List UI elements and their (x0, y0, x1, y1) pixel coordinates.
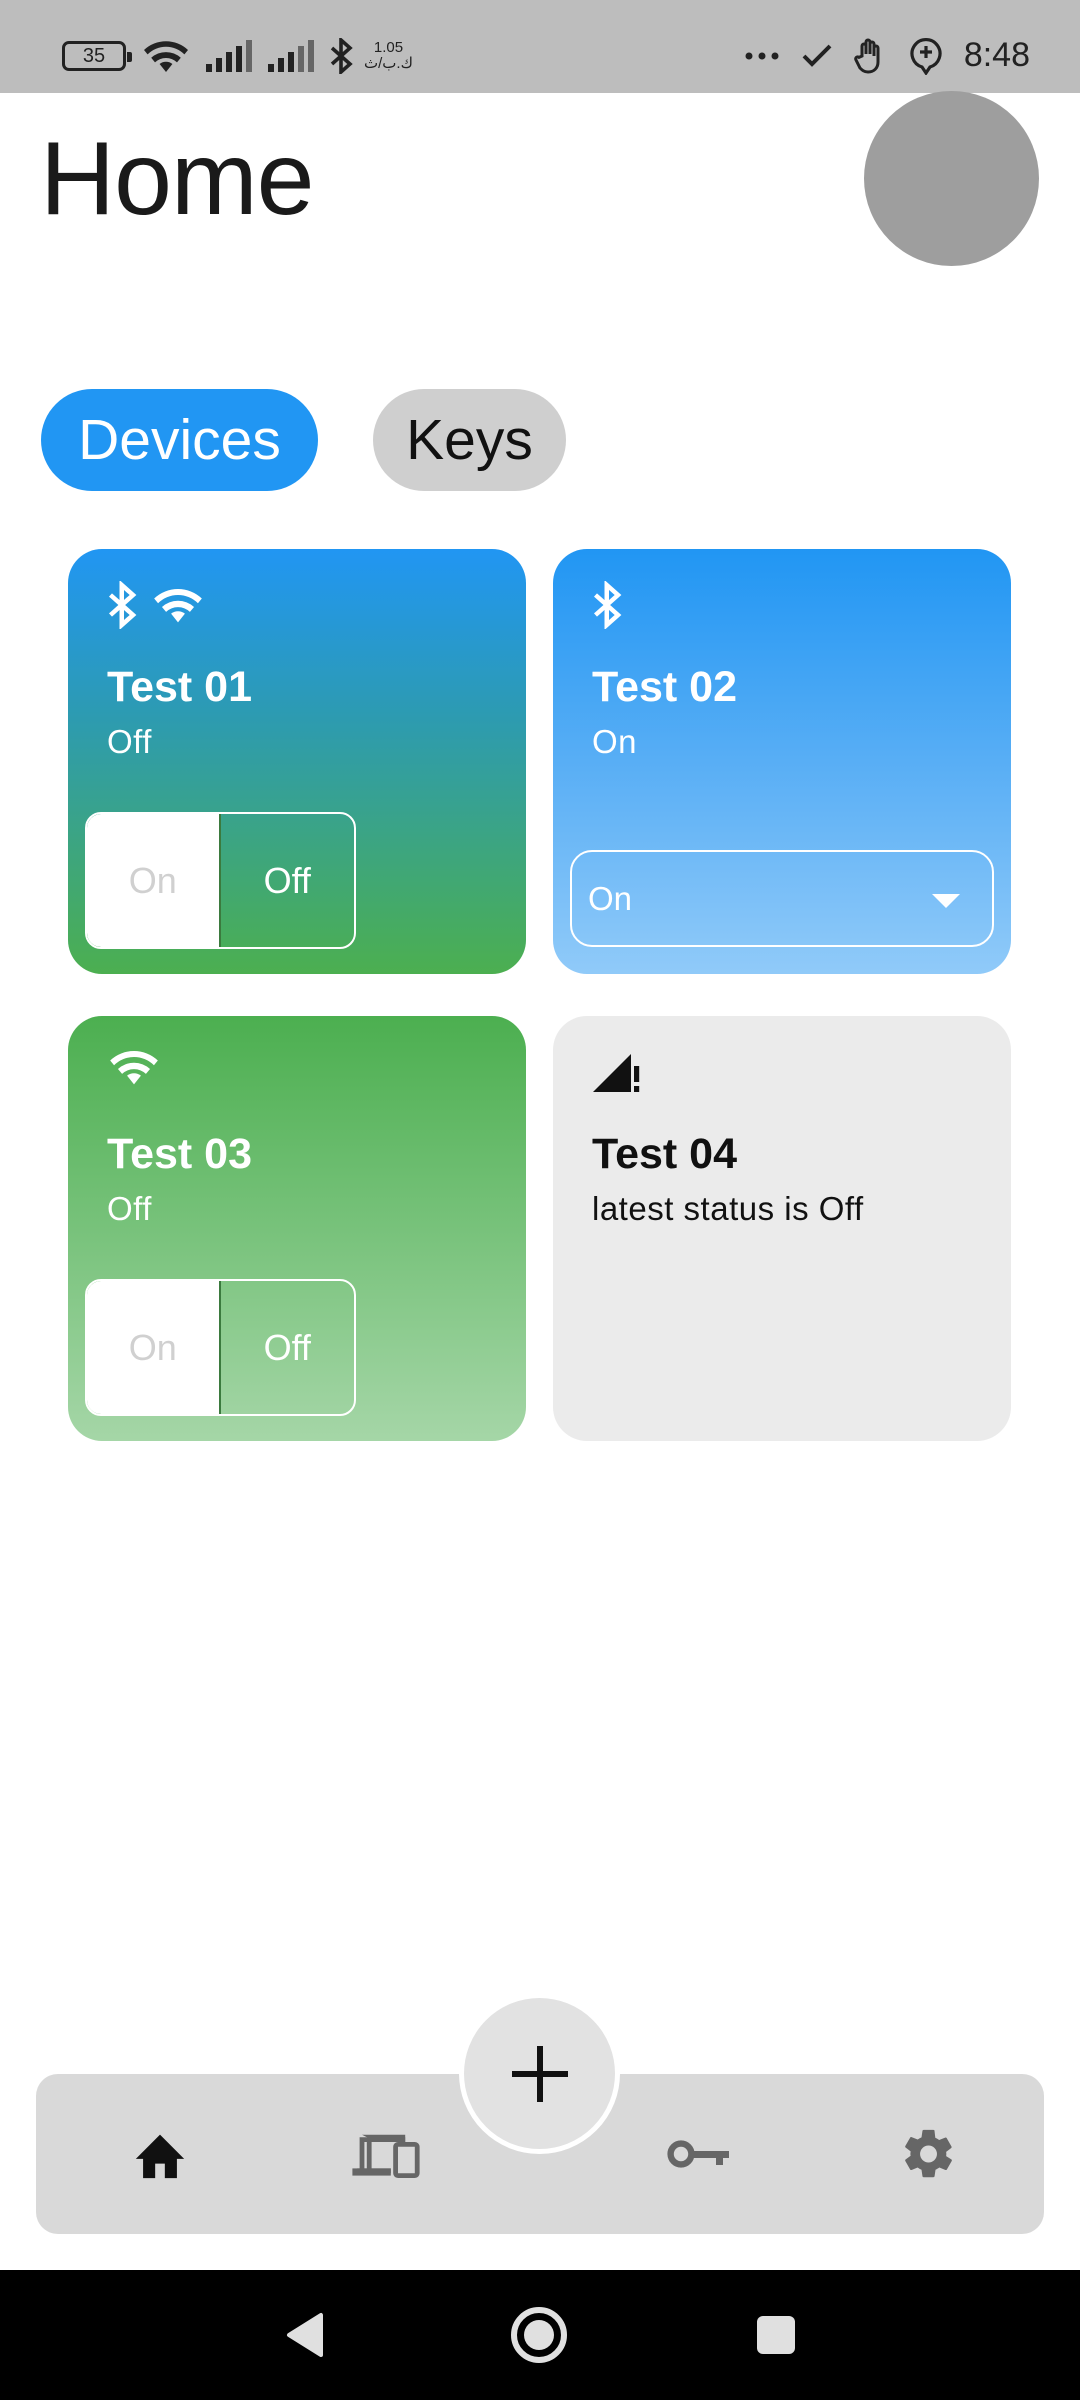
nav-home[interactable] (120, 2114, 200, 2194)
device-status: Off (107, 723, 152, 760)
toggle-on-button[interactable]: On (87, 814, 221, 947)
home-icon (135, 2134, 185, 2179)
status-bar-left: 35 1.05 ك.ب/ث (62, 38, 413, 74)
devices-icon (352, 2134, 420, 2178)
card-icons (593, 581, 637, 629)
device-card-test-02[interactable]: Test 02 On On (553, 549, 1011, 974)
tab-devices-label: Devices (78, 408, 281, 472)
system-navigation-bar (0, 2270, 1080, 2400)
card-icons (593, 1048, 655, 1094)
toggle-on-label: On (128, 859, 177, 901)
system-back-button[interactable] (275, 2305, 335, 2365)
net-speed-unit: ك.ب/ث (364, 55, 413, 72)
toggle-on-button[interactable]: On (87, 1281, 221, 1414)
device-name: Test 02 (592, 663, 737, 711)
device-status: latest status is Off (592, 1190, 864, 1227)
toggle-off-label: Off (263, 1326, 311, 1368)
dropdown-value: On (588, 879, 633, 917)
status-bar-right: 8:48 (722, 36, 1030, 75)
location-plus-icon (910, 37, 942, 75)
device-status: On (592, 723, 638, 760)
signal-icon (206, 40, 252, 72)
bluetooth-icon (593, 581, 623, 629)
device-name: Test 01 (107, 663, 252, 711)
avatar[interactable] (864, 91, 1039, 266)
nav-settings[interactable] (889, 2114, 969, 2194)
recents-icon (757, 2316, 795, 2354)
wifi-icon (152, 586, 204, 624)
dropdown-arrow-icon (932, 894, 960, 908)
net-speed: 1.05 ك.ب/ث (364, 40, 413, 72)
add-device-button[interactable] (459, 1993, 620, 2154)
card-icons (108, 581, 218, 629)
key-icon (667, 2140, 729, 2168)
device-card-test-03[interactable]: Test 03 Off On Off (68, 1016, 526, 1441)
signal-icon-2 (268, 40, 314, 72)
nav-devices[interactable] (346, 2114, 426, 2194)
on-off-toggle: On Off (85, 812, 356, 949)
wifi-status-icon (142, 39, 190, 73)
device-status: Off (107, 1190, 152, 1227)
hand-icon (854, 38, 888, 74)
device-name: Test 03 (107, 1130, 252, 1178)
toggle-off-button[interactable]: Off (221, 814, 355, 947)
device-name: Test 04 (592, 1130, 737, 1178)
on-off-toggle: On Off (85, 1279, 356, 1416)
system-recents-button[interactable] (746, 2305, 806, 2365)
toggle-off-label: Off (263, 859, 311, 901)
plus-icon (511, 2045, 568, 2102)
status-bar: 35 1.05 ك.ب/ث 8:48 (0, 0, 1080, 93)
battery-level: 35 (82, 44, 106, 67)
tab-devices[interactable]: Devices (41, 389, 318, 491)
device-card-test-04[interactable]: Test 04 latest status is Off (553, 1016, 1011, 1441)
bluetooth-status-icon (330, 38, 354, 74)
bluetooth-icon (108, 581, 138, 629)
device-card-test-01[interactable]: Test 01 Off On Off (68, 549, 526, 974)
tab-keys-label: Keys (406, 408, 533, 472)
wifi-icon (108, 1048, 160, 1086)
nav-keys[interactable] (659, 2114, 739, 2194)
page-title: Home (40, 121, 314, 237)
tab-keys[interactable]: Keys (373, 389, 566, 491)
more-icon (744, 51, 780, 61)
settings-icon (905, 2129, 952, 2178)
system-home-button[interactable] (509, 2305, 569, 2365)
back-icon (287, 2313, 323, 2357)
battery-icon: 35 (62, 41, 132, 71)
card-icons (108, 1048, 174, 1086)
toggle-on-label: On (128, 1326, 177, 1368)
check-icon (802, 44, 832, 68)
clock: 8:48 (963, 36, 1030, 74)
state-dropdown[interactable]: On (570, 850, 994, 947)
net-speed-value: 1.05 (373, 39, 404, 56)
signal-alert-icon (593, 1048, 641, 1094)
home-circle-icon (511, 2307, 567, 2363)
toggle-off-button[interactable]: Off (221, 1281, 355, 1414)
